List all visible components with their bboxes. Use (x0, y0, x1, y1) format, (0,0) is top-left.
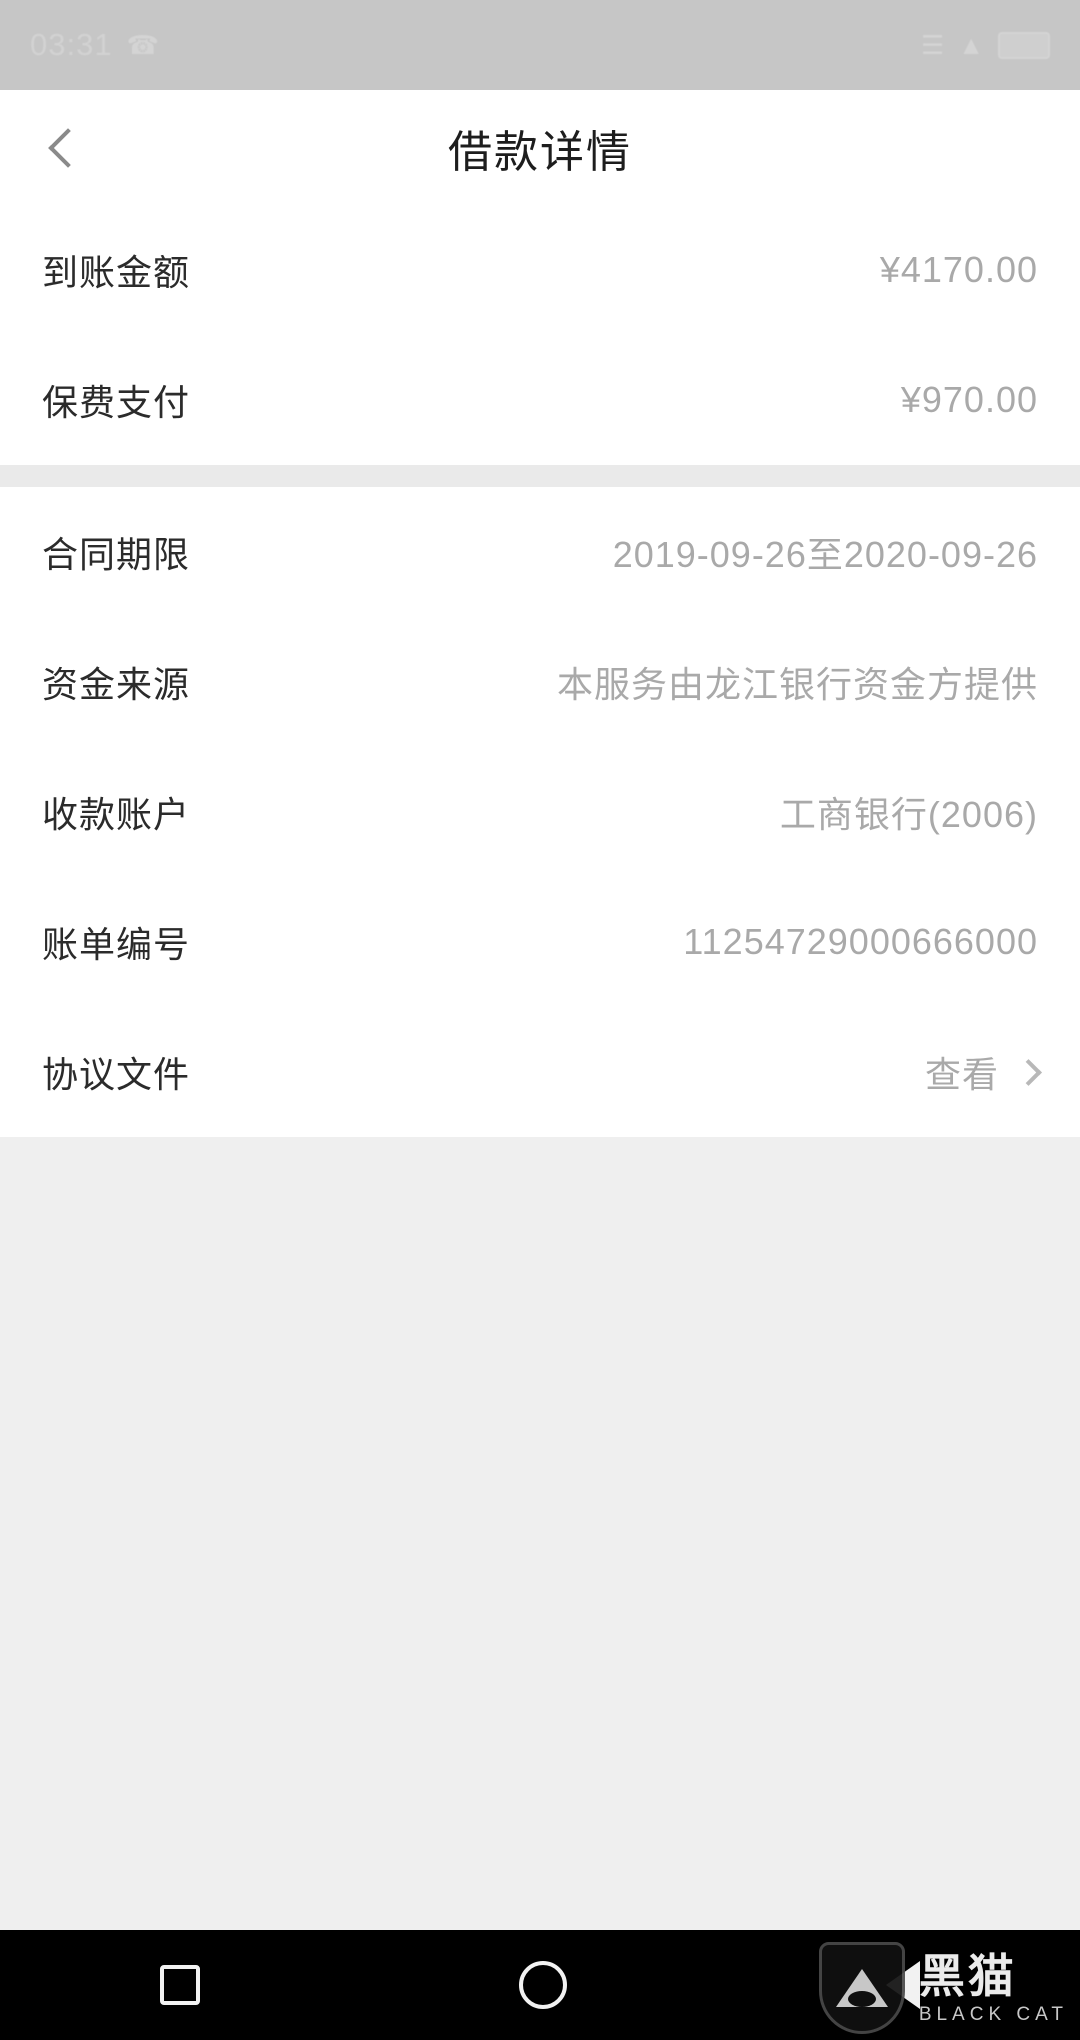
watermark-name-cn: 黑猫 (918, 1949, 1017, 2002)
row-label: 账单编号 (42, 924, 191, 965)
detail-row: 账单编号 11254729000666000 (42, 877, 1038, 1007)
row-label: 资金来源 (42, 664, 191, 705)
row-value: 查看 (924, 1054, 999, 1095)
battery-icon (998, 31, 1050, 59)
page-title: 借款详情 (448, 127, 632, 177)
amount-card: 到账金额 ¥4170.00 保费支付 ¥970.00 (0, 205, 1080, 465)
back-button[interactable] (18, 102, 110, 194)
circle-icon[interactable] (518, 1961, 567, 2009)
status-time: 03:31 (30, 27, 113, 62)
row-value: 11254729000666000 (683, 921, 1038, 962)
row-value: 工商银行(2006) (779, 794, 1038, 835)
row-value: ¥970.00 (900, 379, 1038, 420)
page-filler (0, 1137, 1080, 1897)
status-bar-right: ☰ ▲ (921, 30, 1050, 61)
watermark-name-en: BLACK CAT (918, 2003, 1068, 2025)
content-area: 到账金额 ¥4170.00 保费支付 ¥970.00 合同期限 2019-09-… (0, 205, 1080, 1897)
detail-row: 收款账户 工商银行(2006) (42, 747, 1038, 877)
status-bar: 03:31 ☎ ☰ ▲ (0, 0, 1080, 90)
row-label: 协议文件 (42, 1054, 191, 1095)
black-cat-watermark: 黑猫 BLACK CAT (818, 1942, 1068, 2034)
contract-info-card: 合同期限 2019-09-26至2020-09-26 资金来源 本服务由龙江银行… (0, 487, 1080, 1137)
row-label: 到账金额 (42, 252, 191, 293)
row-label: 保费支付 (42, 382, 191, 423)
card-divider (0, 465, 1080, 487)
signal-icon: ☰ (920, 29, 945, 60)
wifi-icon: ▲ (958, 29, 984, 60)
row-value: 2019-09-26至2020-09-26 (612, 534, 1038, 575)
watermark-text: 黑猫 BLACK CAT (919, 1953, 1068, 2024)
row-right[interactable]: 查看 (924, 1046, 1042, 1098)
phone-call-icon: ☎ (126, 29, 159, 60)
square-icon[interactable] (159, 1965, 200, 2005)
row-value: ¥4170.00 (879, 249, 1038, 290)
agreement-file-row[interactable]: 协议文件 查看 (42, 1007, 1042, 1137)
detail-row: 合同期限 2019-09-26至2020-09-26 (42, 487, 1038, 617)
detail-row: 保费支付 ¥970.00 (42, 335, 1038, 465)
chevron-right-icon (1015, 1058, 1042, 1086)
status-bar-left: 03:31 ☎ (30, 27, 159, 63)
black-cat-logo-icon (818, 1942, 905, 2034)
row-label: 合同期限 (42, 534, 191, 575)
app-header: 借款详情 (0, 90, 1080, 205)
detail-row: 到账金额 ¥4170.00 (42, 205, 1038, 335)
detail-row: 资金来源 本服务由龙江银行资金方提供 (42, 617, 1038, 747)
row-value: 本服务由龙江银行资金方提供 (556, 664, 1038, 705)
chevron-left-icon (48, 127, 88, 168)
row-label: 收款账户 (42, 794, 191, 835)
